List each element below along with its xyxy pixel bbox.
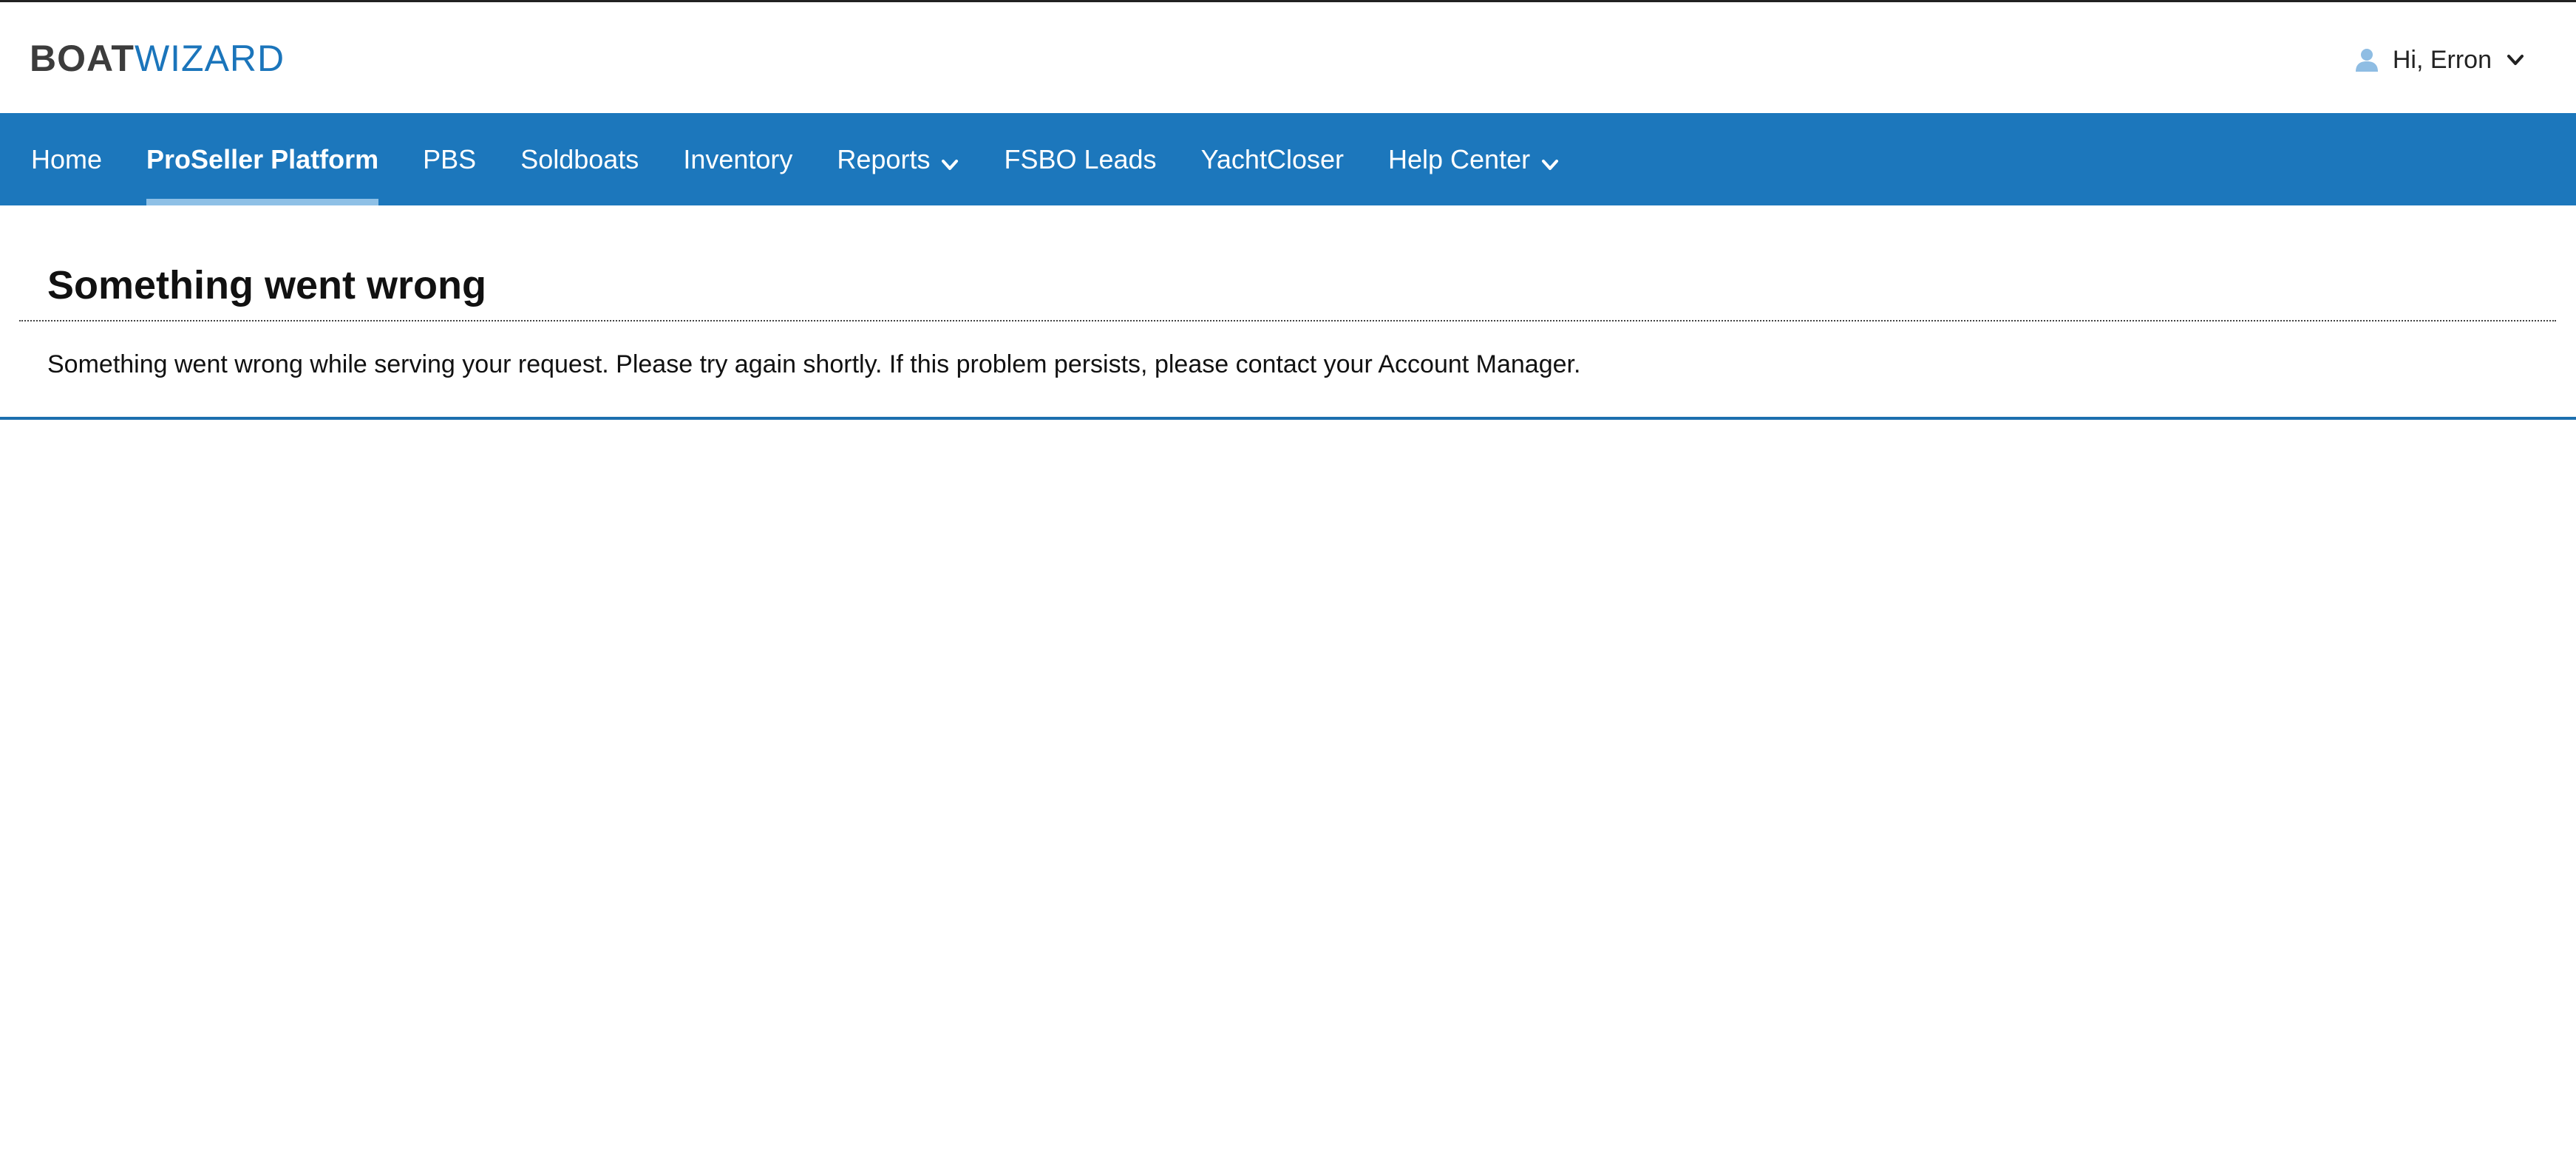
nav-item-label: YachtCloser <box>1200 143 1344 174</box>
user-icon <box>2354 47 2379 72</box>
nav-item-label: Reports <box>837 143 931 174</box>
nav-item-label: Soldboats <box>520 143 639 174</box>
nav-item-pbs[interactable]: PBS <box>423 113 476 205</box>
title-divider <box>19 320 2556 321</box>
nav-item-label: FSBO Leads <box>1004 143 1157 174</box>
chevron-down-icon <box>1540 150 1560 170</box>
nav-item-label: Inventory <box>683 143 793 174</box>
error-panel: Something went wrong Something went wron… <box>0 205 2576 420</box>
logo-wizard-text: WIZARD <box>134 38 285 79</box>
chevron-down-icon <box>2505 50 2526 70</box>
nav-list: Home ProSeller Platform PBS Soldboats In… <box>31 113 1560 205</box>
nav-item-label: Home <box>31 143 103 174</box>
nav-item-proseller-platform[interactable]: ProSeller Platform <box>146 113 379 205</box>
nav-item-home[interactable]: Home <box>31 113 102 205</box>
nav-item-help-center[interactable]: Help Center <box>1388 113 1560 205</box>
page-title: Something went wrong <box>47 263 486 307</box>
site-header: BOATWIZARD Hi, Erron <box>0 2 2576 113</box>
nav-item-label: Help Center <box>1387 143 1531 174</box>
user-greeting: Hi, Erron <box>2392 45 2492 74</box>
chevron-down-icon <box>940 150 959 170</box>
nav-item-soldboats[interactable]: Soldboats <box>520 113 639 205</box>
user-menu[interactable]: Hi, Erron <box>2354 39 2526 81</box>
nav-item-label: ProSeller Platform <box>146 143 379 174</box>
boatwizard-logo[interactable]: BOATWIZARD <box>30 38 285 79</box>
error-message: Something went wrong while serving your … <box>47 350 1581 378</box>
nav-item-fsbo-leads[interactable]: FSBO Leads <box>1004 113 1156 205</box>
logo-boat-text: BOAT <box>30 38 135 79</box>
main-nav: Home ProSeller Platform PBS Soldboats In… <box>0 113 2576 205</box>
nav-item-label: PBS <box>423 143 477 174</box>
nav-item-reports[interactable]: Reports <box>837 113 959 205</box>
nav-item-yachtcloser[interactable]: YachtCloser <box>1201 113 1344 205</box>
nav-item-inventory[interactable]: Inventory <box>683 113 792 205</box>
